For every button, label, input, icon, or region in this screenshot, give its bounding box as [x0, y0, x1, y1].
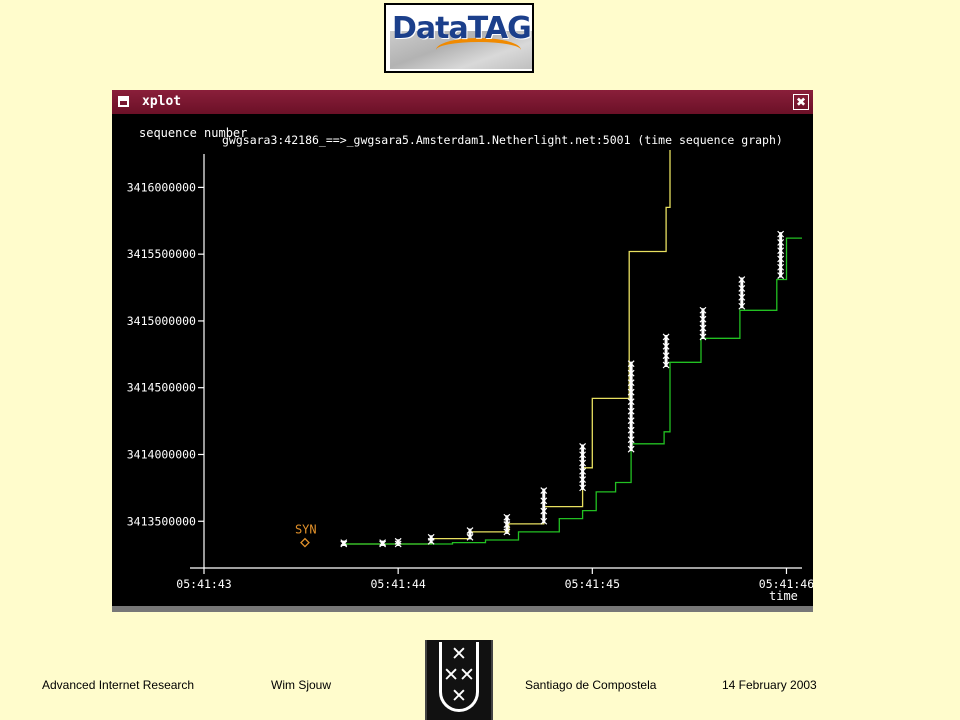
ack-line [343, 237, 802, 545]
uva-crosses-icon: ✕ ✕✕ ✕ [427, 644, 491, 707]
footer-author: Wim Sjouw [271, 678, 332, 692]
window-titlebar[interactable]: xplot ✖ [112, 90, 813, 114]
uva-cross-row: ✕✕ [443, 664, 475, 686]
y-tick-label: 3415500000 [127, 247, 196, 261]
footer-date: 14 February 2003 [722, 678, 817, 692]
datatag-logo: DataTAG [384, 3, 534, 73]
xplot-window: xplot ✖ sequence number gwgsara3:42186_=… [112, 90, 813, 612]
window-line [343, 150, 671, 545]
uva-logo: ✕ ✕✕ ✕ [425, 640, 493, 720]
window-title: xplot [142, 94, 182, 109]
close-icon[interactable]: ✖ [793, 94, 809, 110]
y-tick-label: 3413500000 [127, 514, 196, 528]
window-statusbar [112, 606, 813, 612]
footer-location: Santiago de Compostela [525, 678, 657, 692]
syn-label: SYN [295, 523, 317, 537]
x-tick-label: 05:41:43 [176, 577, 231, 591]
x-tick-label: 05:41:44 [370, 577, 425, 591]
uva-cross-row: ✕ [451, 643, 467, 665]
chart-title: gwgsara3:42186_==>_gwgsara5.Amsterdam1.N… [222, 133, 783, 147]
uva-cross-row: ✕ [451, 685, 467, 707]
y-tick-label: 3415000000 [127, 314, 196, 328]
x-tick-label: 05:41:46 [759, 577, 813, 591]
y-tick-label: 3416000000 [127, 180, 196, 194]
x-tick-label: 05:41:45 [565, 577, 620, 591]
logo-text: DataTAG [392, 11, 532, 46]
x-axis-label: time [769, 589, 798, 603]
syn-marker [300, 537, 310, 548]
y-tick-label: 3414000000 [127, 447, 196, 461]
plot-layer: 3413500000 3414000000 3414500000 3415000000… [127, 150, 813, 591]
window-menu-icon[interactable] [118, 96, 129, 107]
time-sequence-graph[interactable]: sequence number gwgsara3:42186_==>_gwgsa… [112, 114, 813, 606]
footer-organization: Advanced Internet Research [42, 678, 195, 692]
y-tick-label: 3414500000 [127, 381, 196, 395]
